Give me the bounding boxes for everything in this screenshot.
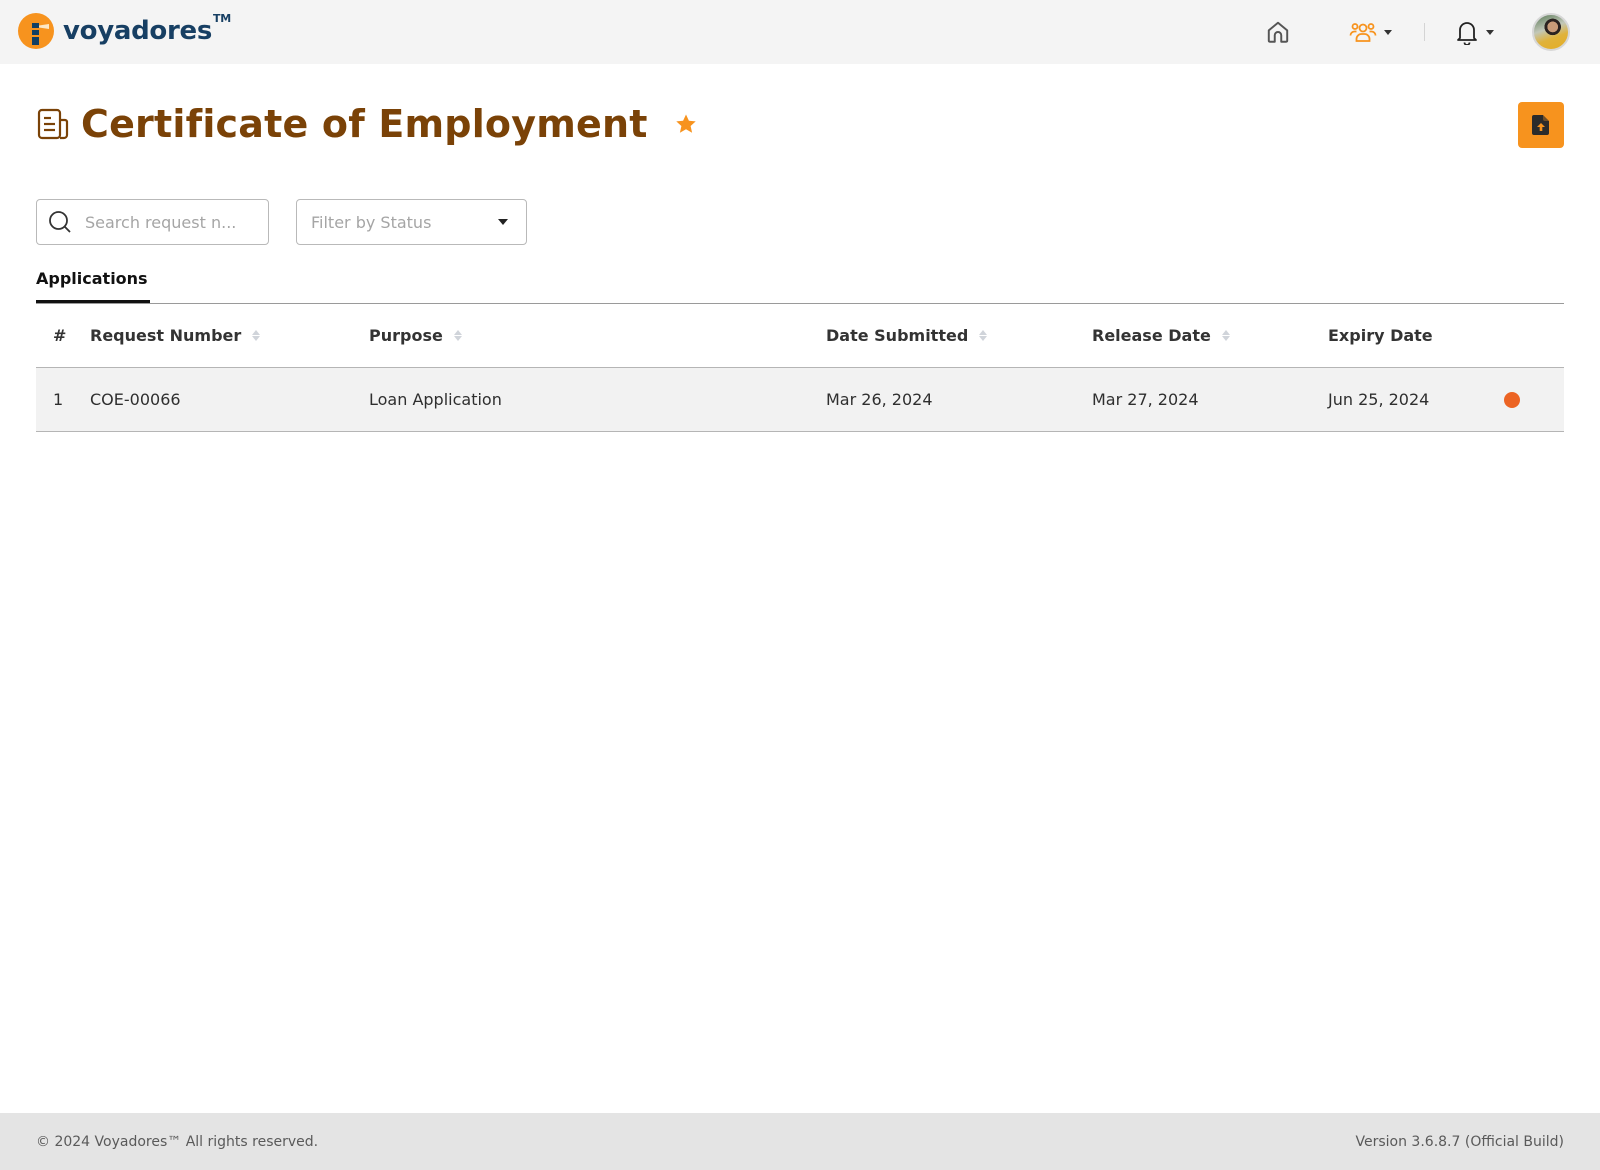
file-upload-icon [1532,115,1549,135]
nav-actions [1265,12,1570,52]
cell-purpose: Loan Application [369,390,502,409]
sort-icon[interactable] [252,330,261,341]
column-header-release-date[interactable]: Release Date [1092,326,1230,345]
status-filter-dropdown[interactable]: Filter by Status [296,199,527,245]
version-text: Version 3.6.8.7 (Official Build) [1355,1133,1565,1150]
cell-index: 1 [53,390,64,409]
search-field[interactable] [36,199,269,245]
chevron-down-icon [1486,29,1494,35]
notifications-button[interactable] [1455,19,1494,45]
top-navbar: voyadoresTM [0,0,1600,64]
status-indicator [1504,391,1520,408]
column-header-expiry-date: Expiry Date [1328,326,1433,345]
cell-expiry-date: Jun 25, 2024 [1328,390,1430,409]
filters-bar: Filter by Status [36,199,527,245]
column-header-purpose[interactable]: Purpose [369,326,462,345]
page-header: Certificate of Employment [36,100,1564,148]
lighthouse-logo-icon [18,13,54,49]
dropdown-caret-icon [498,219,508,225]
cell-request-number: COE-00066 [90,390,181,409]
copyright-text: © 2024 Voyadores™ All rights reserved. [36,1133,319,1150]
cell-release-date: Mar 27, 2024 [1092,390,1199,409]
teams-menu-button[interactable] [1349,19,1392,45]
upload-document-button[interactable] [1518,102,1564,148]
users-icon [1349,23,1377,42]
column-header-date-submitted[interactable]: Date Submitted [826,326,988,345]
user-avatar[interactable] [1532,13,1570,51]
sort-icon[interactable] [979,330,988,341]
tab-applications[interactable]: Applications [36,269,150,303]
page-title: Certificate of Employment [81,102,648,146]
home-icon [1267,21,1289,43]
table-row[interactable]: 1 COE-00066 Loan Application Mar 26, 202… [36,368,1564,432]
status-dot-icon [1504,391,1520,408]
sort-icon[interactable] [1221,330,1230,341]
home-button[interactable] [1265,19,1291,45]
star-icon[interactable] [674,112,698,136]
cell-date-submitted: Mar 26, 2024 [826,390,933,409]
table-header: # Request Number Purpose Date Submitted … [36,304,1564,368]
column-header-index: # [53,326,67,345]
applications-table: # Request Number Purpose Date Submitted … [36,304,1564,432]
search-icon [49,211,71,233]
nav-divider [1424,23,1425,41]
status-filter-placeholder: Filter by Status [311,212,432,232]
search-input[interactable] [85,212,265,232]
document-icon [37,108,69,140]
footer: © 2024 Voyadores™ All rights reserved. V… [0,1113,1600,1170]
bell-icon [1457,22,1477,45]
sort-icon[interactable] [453,330,462,341]
chevron-down-icon [1384,29,1392,35]
column-header-request-number[interactable]: Request Number [90,326,261,345]
brand-logo[interactable]: voyadoresTM [18,12,231,49]
brand-name: voyadoresTM [63,12,231,46]
tabs-bar: Applications [36,265,1564,304]
